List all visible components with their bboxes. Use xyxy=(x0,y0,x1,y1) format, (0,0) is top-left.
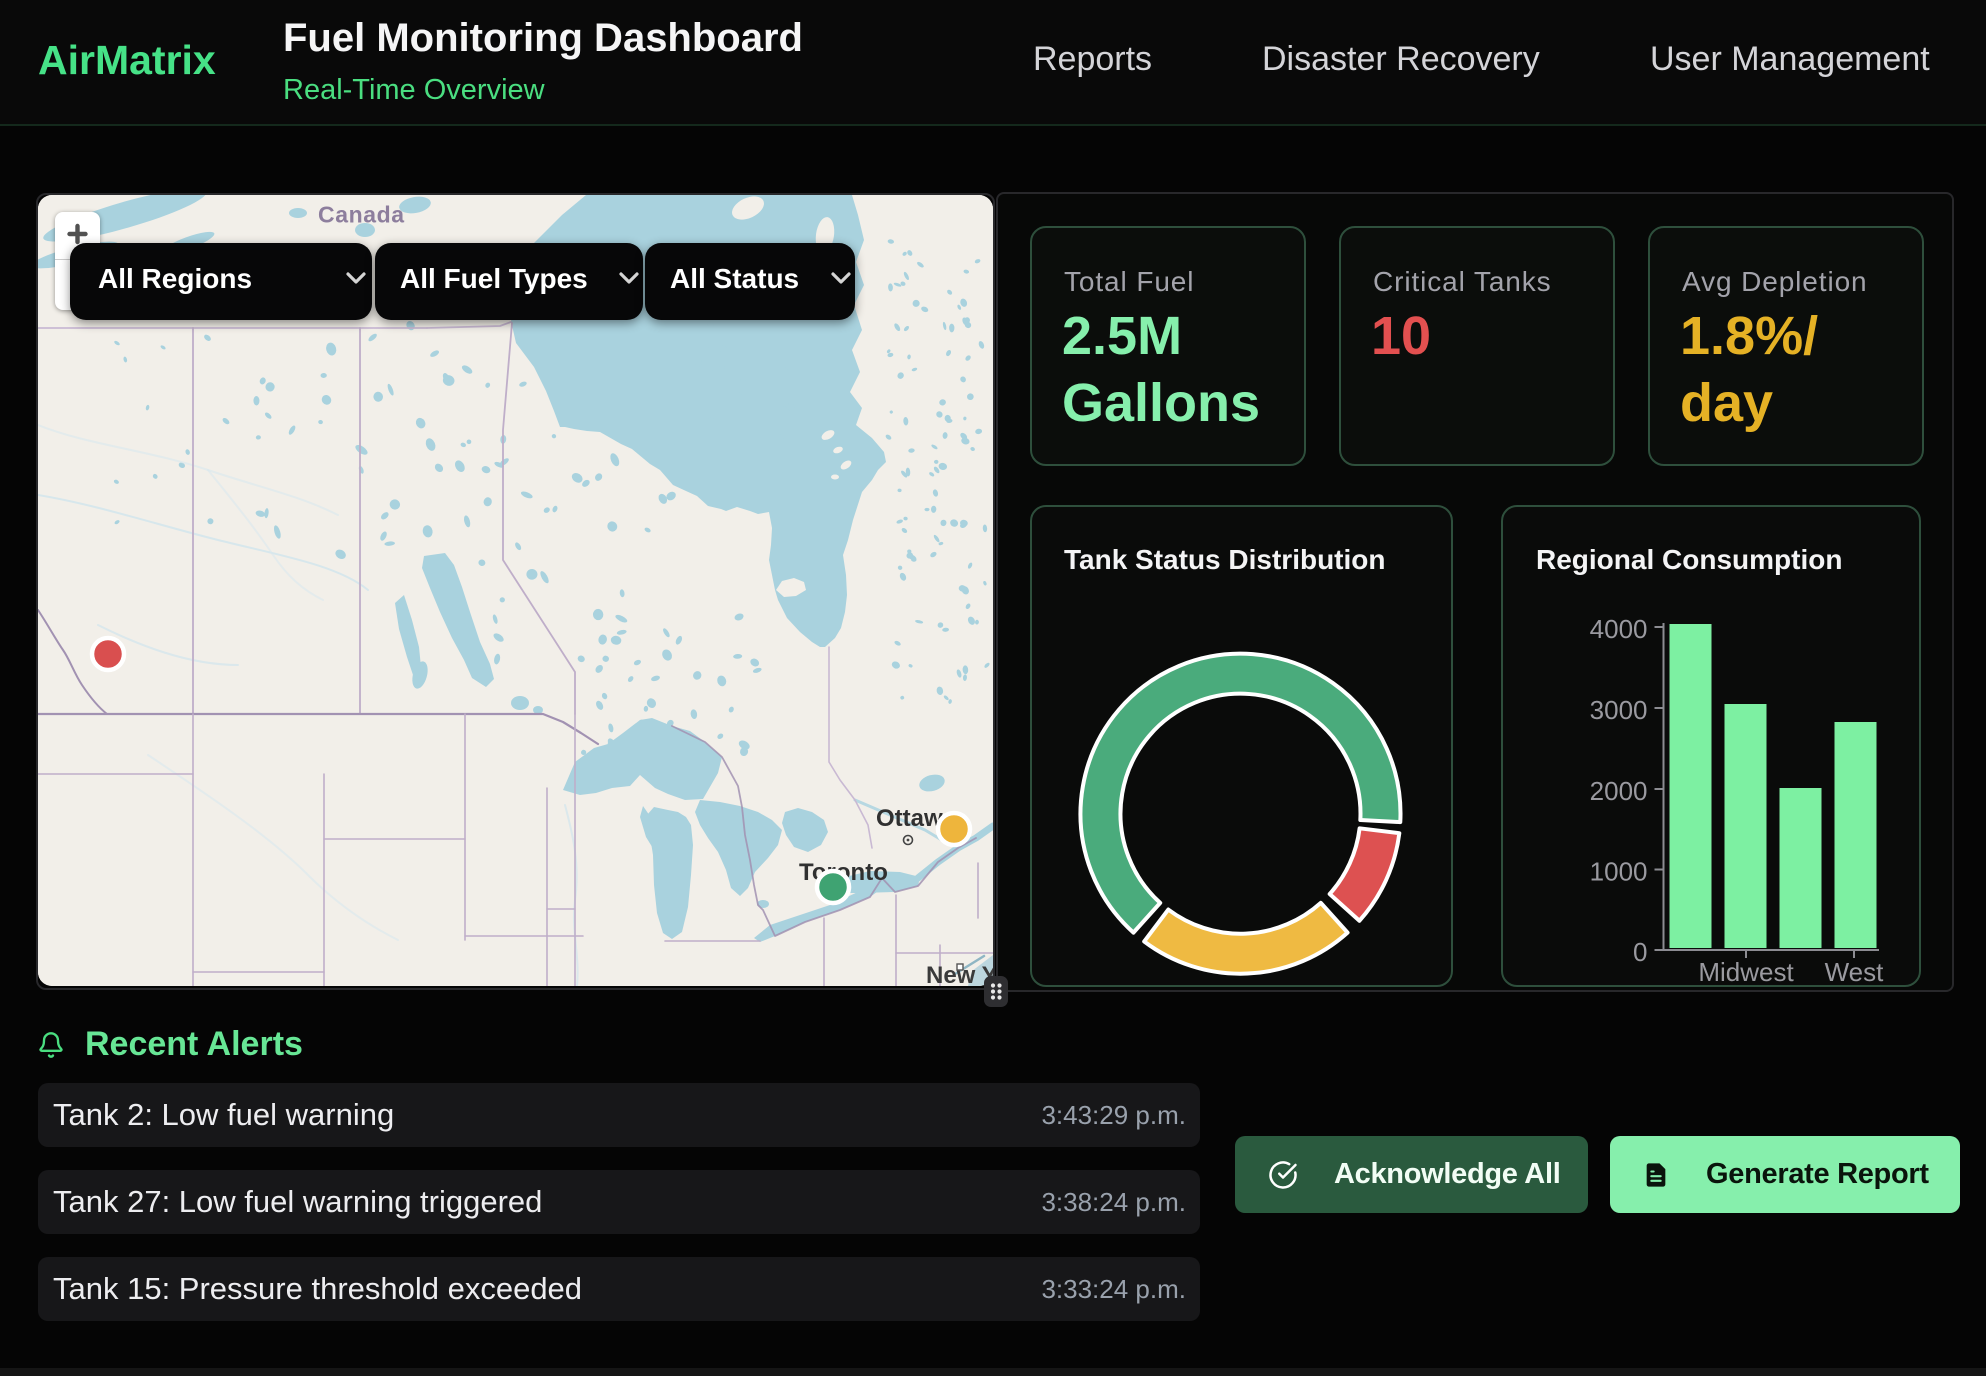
svg-text:3000: 3000 xyxy=(1590,695,1648,725)
svg-text:2000: 2000 xyxy=(1590,776,1648,806)
svg-text:4000: 4000 xyxy=(1590,614,1648,644)
svg-text:Canada: Canada xyxy=(318,202,405,228)
svg-text:West: West xyxy=(1825,957,1885,987)
svg-text:0: 0 xyxy=(1633,937,1647,967)
svg-text:1000: 1000 xyxy=(1590,857,1648,887)
svg-text:Midwest: Midwest xyxy=(1698,957,1794,987)
